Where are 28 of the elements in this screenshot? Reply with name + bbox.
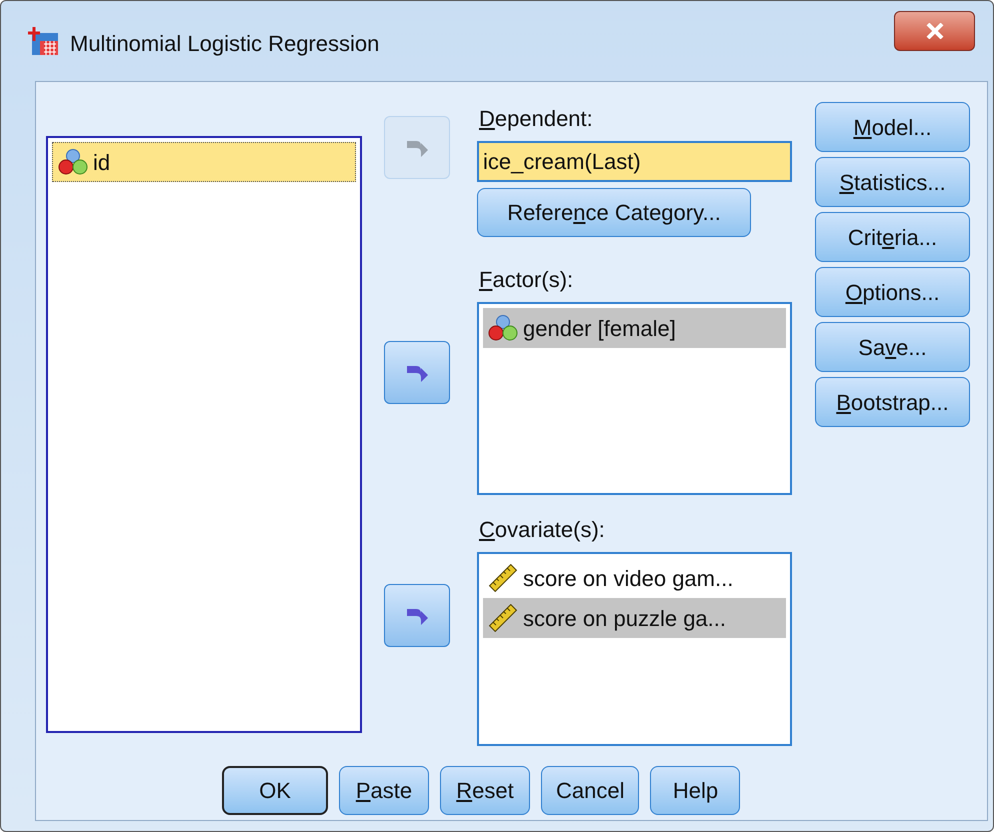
- covariates-label: Covariate(s):: [479, 516, 606, 544]
- dialog-button[interactable]: Criteria...: [815, 212, 970, 262]
- dialog-button[interactable]: Statistics...: [815, 157, 970, 207]
- move-arrow-button[interactable]: [384, 341, 450, 404]
- window-title: Multinomial Logistic Regression: [70, 30, 380, 58]
- move-arrow-button[interactable]: [384, 584, 450, 647]
- dialog-button[interactable]: Cancel: [541, 766, 640, 815]
- reference-category-button[interactable]: Reference Category...: [477, 188, 751, 237]
- app-icon: [26, 25, 60, 57]
- dependent-label: Dependent:: [479, 105, 594, 133]
- dialog-button[interactable]: Bootstrap...: [815, 377, 970, 427]
- dialog-button[interactable]: Help: [650, 766, 740, 815]
- close-icon: [926, 23, 944, 39]
- dependent-field[interactable]: ice_cream(Last): [477, 141, 792, 182]
- variable-list-item[interactable]: id: [52, 142, 356, 182]
- dialog-button[interactable]: Save...: [815, 322, 970, 372]
- nominal-variable-icon: [57, 148, 89, 176]
- dialog-button[interactable]: Model...: [815, 102, 970, 152]
- variable-list-item[interactable]: gender [female]: [483, 308, 786, 348]
- variable-list-item[interactable]: score on puzzle ga...: [483, 598, 786, 638]
- variable-list-item[interactable]: score on video gam...: [483, 558, 786, 598]
- dialog-button[interactable]: Options...: [815, 267, 970, 317]
- nominal-variable-icon: [487, 314, 519, 342]
- dialog-button[interactable]: Paste: [339, 766, 429, 815]
- dialog-button[interactable]: Reset: [440, 766, 530, 815]
- close-button[interactable]: [894, 11, 975, 51]
- dialog-button[interactable]: OK: [222, 766, 328, 815]
- factors-label: Factor(s):: [479, 266, 574, 294]
